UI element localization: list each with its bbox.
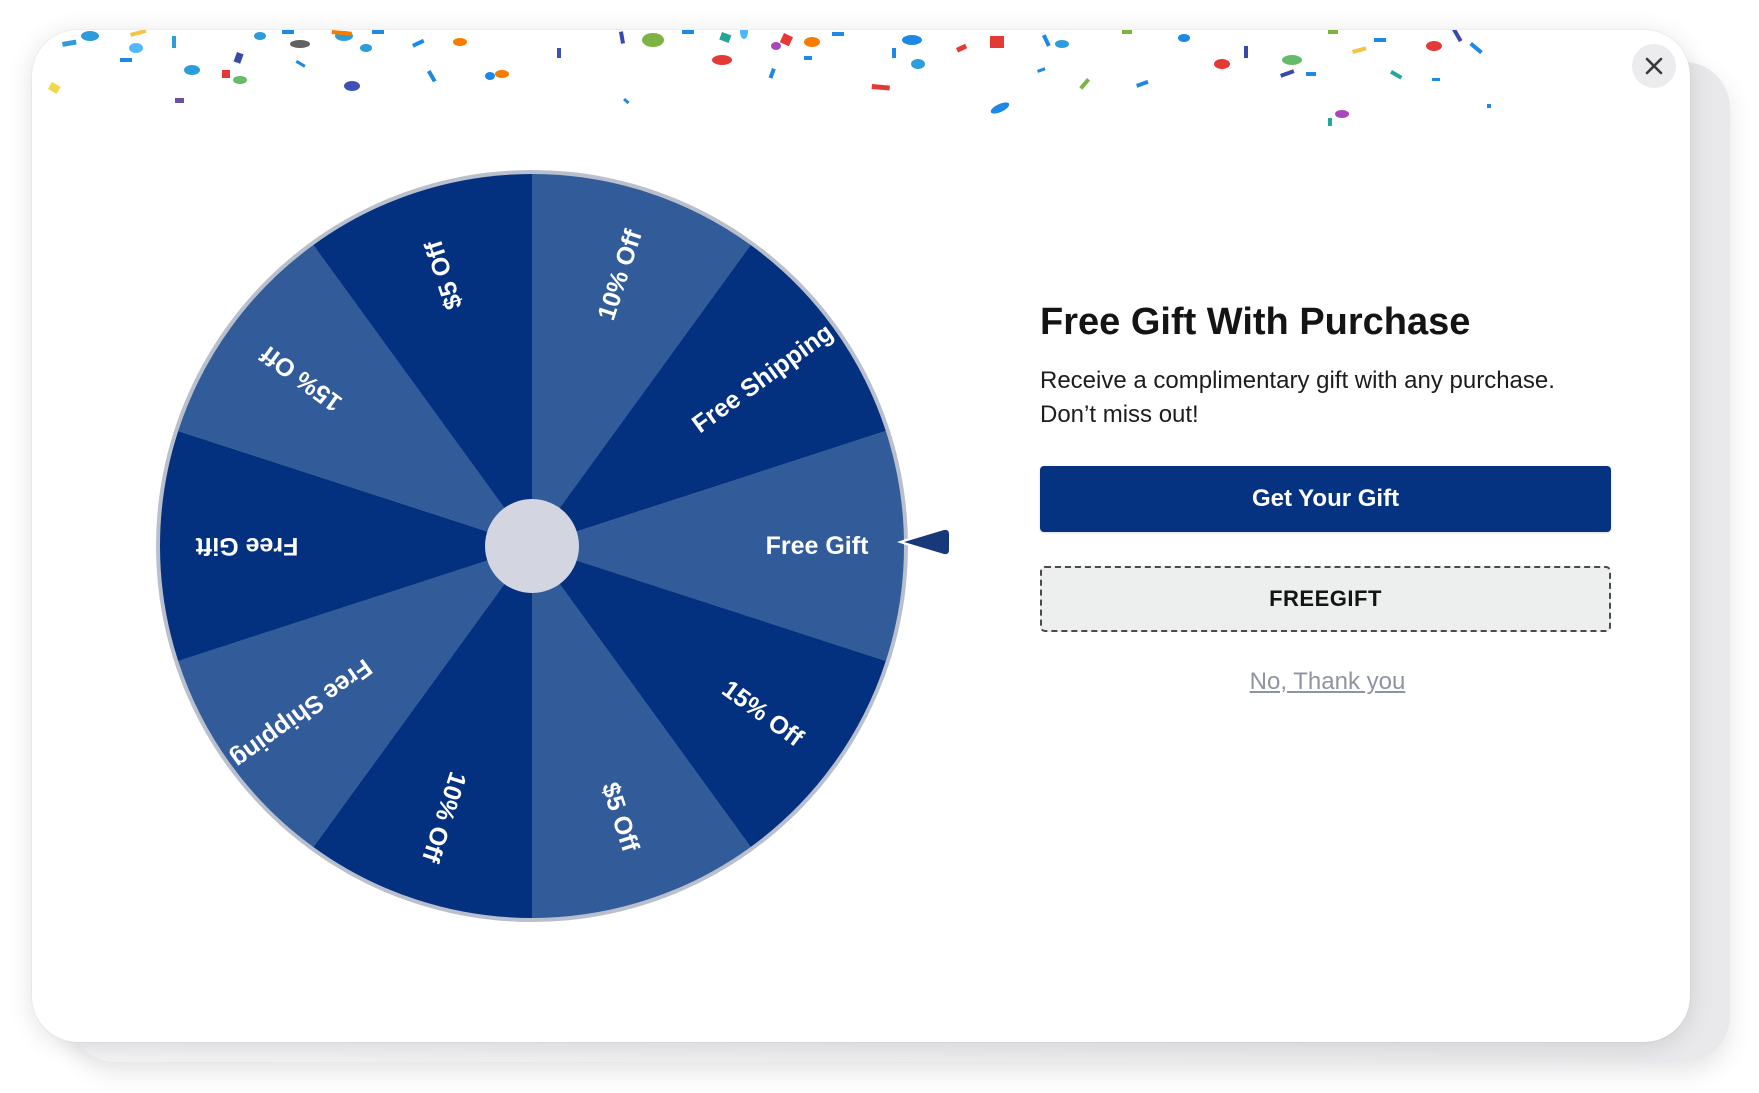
close-icon: [1645, 57, 1663, 75]
close-button[interactable]: [1632, 44, 1676, 88]
offer-description-line: Receive a complimentary gift with any pu…: [1040, 366, 1555, 394]
wheel-graphic[interactable]: 10% OffFree ShippingFree Gift15% Off$5 O…: [92, 106, 972, 986]
spin-wheel-popup: 10% Off Free Shipping Free Gift 15% Off $5 O…: [32, 30, 1690, 1042]
wheel-segment-label: Free Gift: [195, 532, 298, 560]
prize-wheel[interactable]: 10% Off Free Shipping Free Gift 15% Off $5 O…: [92, 106, 972, 986]
no-thank-you-link[interactable]: No, Thank you: [1040, 668, 1615, 696]
offer-panel: Free Gift With Purchase Receive a compli…: [1040, 300, 1615, 696]
get-your-gift-button[interactable]: Get Your Gift: [1040, 465, 1611, 532]
offer-description: Receive a complimentary gift with any pu…: [1040, 364, 1615, 432]
coupon-code-box[interactable]: FREEGIFT: [1040, 565, 1611, 632]
offer-title: Free Gift With Purchase: [1040, 301, 1471, 343]
wheel-pointer-icon: [897, 525, 953, 559]
offer-description-line: Don’t miss out!: [1040, 400, 1199, 428]
wheel-hub[interactable]: [485, 499, 579, 593]
wheel-segment-label: Free Gift: [766, 532, 869, 560]
